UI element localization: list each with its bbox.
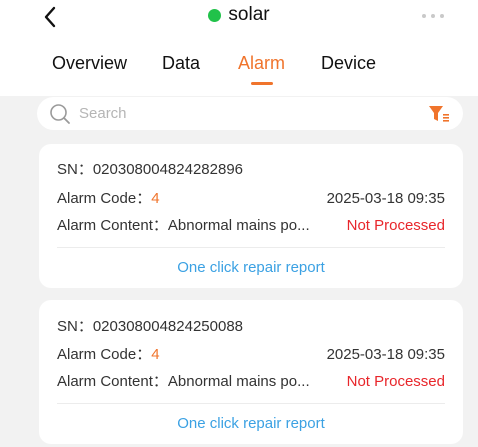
title-area: solar (0, 4, 478, 30)
sn-value: 020308004824250088 (92, 318, 244, 335)
online-status-dot (208, 8, 222, 22)
alarm-time: 2025-03-18 09:35 (326, 190, 445, 207)
code-row: Alarm Code：4 2025-03-18 09:35 (57, 189, 445, 209)
alarm-code-label: Alarm Code： (57, 346, 152, 363)
search-icon (50, 104, 70, 124)
repair-report-link[interactable]: One click repair report (39, 415, 463, 432)
alarm-content-label: Alarm Content： (57, 373, 168, 390)
alarm-code-label: Alarm Code： (57, 190, 152, 207)
sn-row: SN：020308004824282896 (57, 160, 445, 180)
alarm-card[interactable]: SN：020308004824282896 Alarm Code：4 2025-… (39, 144, 463, 288)
page-title: solar (228, 4, 270, 25)
code-row: Alarm Code：4 2025-03-18 09:35 (57, 345, 445, 365)
search-input[interactable] (79, 101, 409, 126)
search-bar (37, 97, 463, 130)
active-tab-indicator (251, 82, 273, 85)
tab-overview[interactable]: Overview (52, 53, 127, 74)
more-dots-icon[interactable] (422, 14, 448, 22)
alarm-time: 2025-03-18 09:35 (326, 346, 445, 363)
sn-label: SN： (57, 161, 93, 178)
status-badge: Not Processed (346, 217, 445, 234)
alarm-content-value: Abnormal mains po... (167, 373, 310, 390)
alarm-code-value: 4 (151, 190, 160, 207)
repair-report-link[interactable]: One click repair report (39, 259, 463, 276)
divider (57, 403, 445, 404)
content-row: Alarm Content：Abnormal mains po... Not P… (57, 372, 445, 392)
sn-label: SN： (57, 318, 93, 335)
alarm-card[interactable]: SN：020308004824250088 Alarm Code：4 2025-… (39, 300, 463, 444)
tab-alarm[interactable]: Alarm (238, 53, 285, 74)
content-row: Alarm Content：Abnormal mains po... Not P… (57, 216, 445, 236)
filter-icon[interactable] (428, 105, 450, 123)
sn-row: SN：020308004824250088 (57, 317, 445, 337)
tab-device[interactable]: Device (321, 53, 376, 74)
alarm-code-value: 4 (151, 346, 160, 363)
tab-data[interactable]: Data (162, 53, 200, 74)
top-bar: solar Overview Data Alarm Device (0, 0, 478, 96)
divider (57, 247, 445, 248)
alarm-content-label: Alarm Content： (57, 217, 168, 234)
status-badge: Not Processed (346, 373, 445, 390)
sn-value: 020308004824282896 (92, 161, 244, 178)
alarm-content-value: Abnormal mains po... (167, 217, 310, 234)
tab-bar: Overview Data Alarm Device (0, 50, 478, 90)
